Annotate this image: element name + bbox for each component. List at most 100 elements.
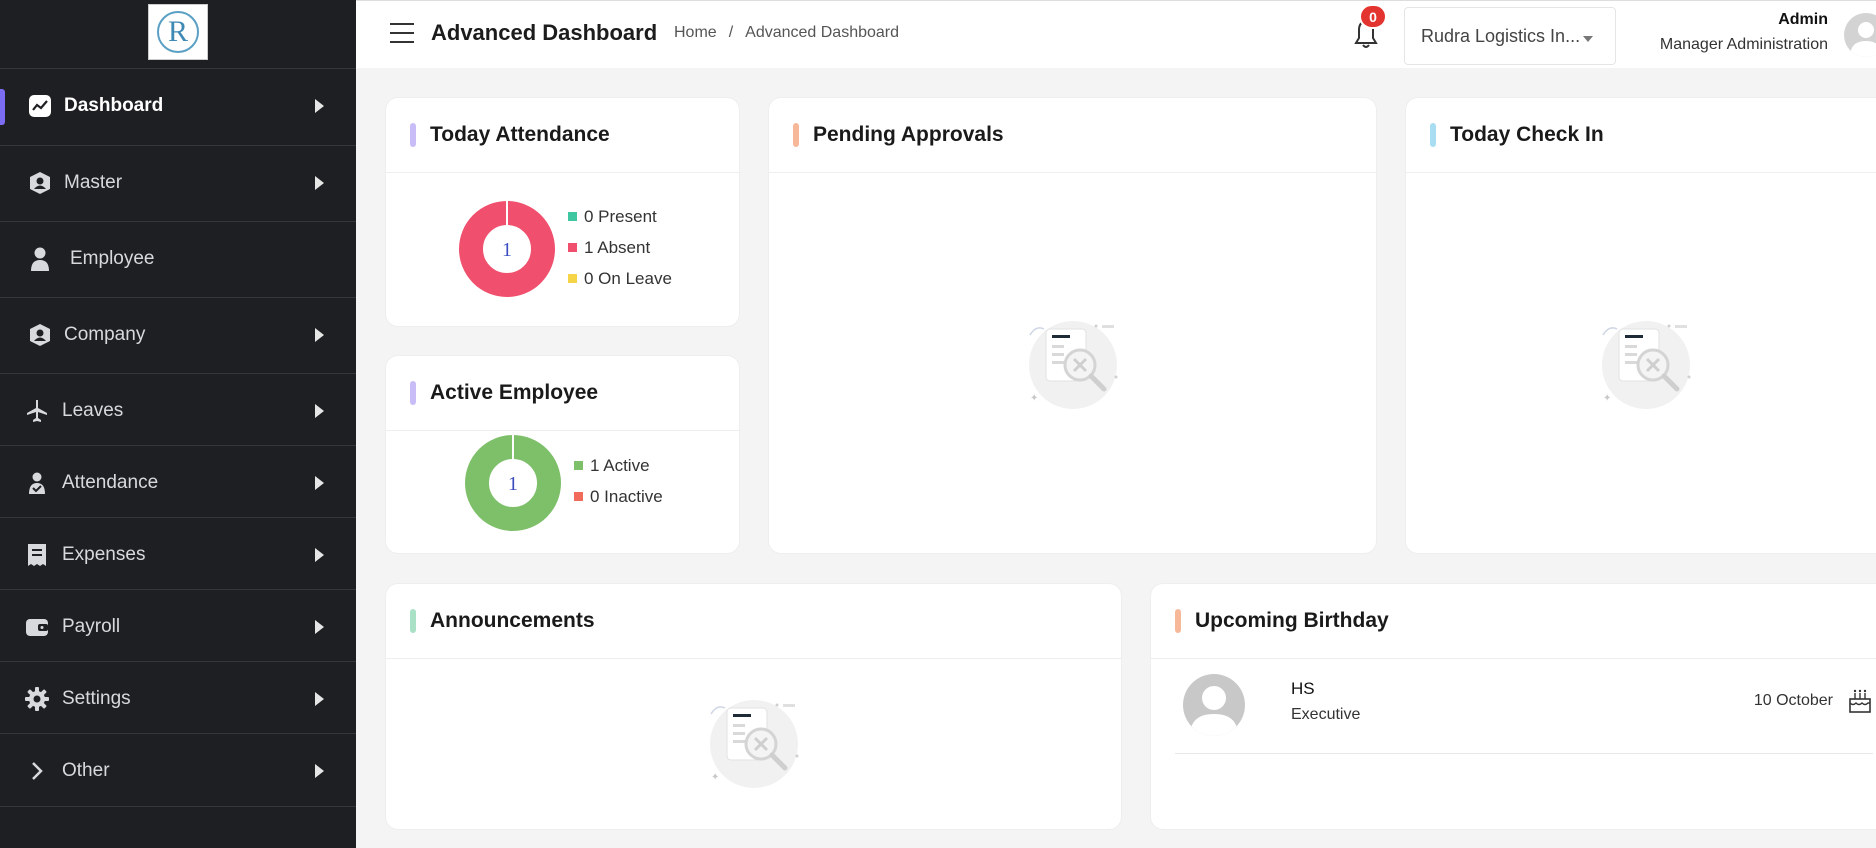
caret-right-icon	[315, 547, 324, 562]
caret-right-icon	[315, 403, 324, 418]
caret-right-icon	[315, 475, 324, 490]
chart-line-icon	[27, 93, 53, 119]
sidebar-item-payroll[interactable]: Payroll	[0, 589, 356, 663]
breadcrumb-separator: /	[728, 24, 734, 41]
employee-donut[interactable]: 1	[463, 433, 563, 533]
top-bar: Advanced Dashboard Home / Advanced Dashb…	[356, 0, 1876, 68]
attendance-donut[interactable]: 1	[457, 199, 557, 299]
sidebar-item-expenses[interactable]: Expenses	[0, 517, 356, 591]
legend-on-leave[interactable]: 0 On Leave	[568, 263, 672, 294]
sidebar-item-label: Leaves	[62, 399, 124, 421]
card-accent	[1430, 123, 1436, 147]
legend-active[interactable]: 1 Active	[574, 450, 663, 481]
card-accent	[410, 609, 416, 633]
sidebar-item-label: Dashboard	[64, 94, 164, 116]
receipt-icon	[24, 542, 50, 568]
card-accent	[793, 123, 799, 147]
card-accent	[410, 123, 416, 147]
sidebar-item-label: Other	[62, 759, 110, 781]
user-shield-icon	[27, 170, 53, 196]
svg-text:R: R	[168, 15, 188, 48]
sidebar-item-leaves[interactable]: Leaves	[0, 373, 356, 447]
card-title: Announcements	[430, 609, 595, 632]
chevron-down-icon	[1583, 36, 1593, 42]
sidebar-item-employee[interactable]: Employee	[0, 221, 356, 295]
plane-icon	[24, 398, 50, 424]
card-accent	[1175, 609, 1181, 633]
today-check-in-card: Today Check In ✦	[1406, 98, 1876, 553]
empty-state-icon: ✦	[697, 692, 811, 797]
birthday-date: 10 October	[1753, 692, 1833, 709]
logo-mark: R	[157, 11, 199, 53]
caret-right-icon	[315, 619, 324, 634]
company-select[interactable]: Rudra Logistics In...	[1404, 7, 1616, 65]
employee-legend: 1 Active 0 Inactive	[574, 450, 663, 512]
card-header: Active Employee	[386, 356, 739, 431]
gear-icon	[24, 686, 50, 712]
page-title: Advanced Dashboard	[431, 20, 658, 45]
donut-center-value: 1	[502, 239, 512, 261]
today-attendance-card: Today Attendance 1 0 Present 1 Absent 0 …	[386, 98, 739, 326]
card-title: Today Check In	[1450, 123, 1604, 146]
card-header: Today Check In	[1406, 98, 1876, 173]
active-employee-card: Active Employee 1 1 Active 0 Inactive	[386, 356, 739, 553]
caret-right-icon	[315, 98, 324, 113]
birthday-role: Executive	[1291, 706, 1361, 723]
empty-state-icon: ✦	[1589, 313, 1703, 418]
legend-inactive[interactable]: 0 Inactive	[574, 481, 663, 512]
notification-badge: 0	[1359, 4, 1387, 29]
attendance-legend: 0 Present 1 Absent 0 On Leave	[568, 201, 672, 294]
sidebar-item-master[interactable]: Master	[0, 145, 356, 219]
announcements-card: Announcements ✦	[386, 584, 1121, 829]
breadcrumb-current: Advanced Dashboard	[745, 24, 900, 41]
user-name[interactable]: Admin	[1778, 11, 1828, 29]
svg-text:✦: ✦	[1030, 393, 1038, 404]
card-header: Upcoming Birthday	[1151, 584, 1876, 659]
card-title: Pending Approvals	[813, 123, 1004, 146]
breadcrumb-home[interactable]: Home	[674, 24, 717, 42]
legend-present[interactable]: 0 Present	[568, 201, 672, 232]
company-select-value: Rudra Logistics In...	[1421, 25, 1581, 46]
list-item[interactable]: HS Executive 10 October	[1175, 674, 1873, 754]
card-accent	[410, 381, 416, 405]
sidebar-item-label: Payroll	[62, 615, 121, 637]
sidebar-item-dashboard[interactable]: Dashboard	[0, 68, 356, 142]
user-avatar[interactable]	[1844, 13, 1876, 57]
caret-right-icon	[315, 763, 324, 778]
sidebar-item-settings[interactable]: Settings	[0, 661, 356, 735]
person-icon	[27, 246, 53, 272]
cake-icon	[1847, 688, 1873, 714]
sidebar-item-label: Company	[64, 323, 146, 345]
user-shield-icon	[27, 322, 53, 348]
upcoming-birthday-card: Upcoming Birthday HS Executive 10 Octobe…	[1151, 584, 1876, 829]
sidebar-item-label: Expenses	[62, 543, 146, 565]
sidebar: R Dashboard Master Employee Company Leav…	[0, 0, 356, 848]
breadcrumb: Home / Advanced Dashboard	[674, 24, 899, 42]
company-logo[interactable]: R	[148, 4, 208, 60]
donut-center-value: 1	[508, 473, 518, 495]
sidebar-item-label: Attendance	[62, 471, 159, 493]
sidebar-item-attendance[interactable]: Attendance	[0, 445, 356, 519]
chevron-right-icon	[24, 758, 50, 784]
sidebar-item-label: Employee	[70, 247, 155, 269]
card-title: Upcoming Birthday	[1195, 609, 1389, 632]
sidebar-item-label: Master	[64, 171, 123, 193]
caret-right-icon	[315, 691, 324, 706]
sidebar-item-company[interactable]: Company	[0, 297, 356, 371]
legend-absent[interactable]: 1 Absent	[568, 232, 672, 263]
sidebar-item-label: Settings	[62, 687, 131, 709]
pending-approvals-card: Pending Approvals ✦	[769, 98, 1376, 553]
sidebar-item-other[interactable]: Other	[0, 733, 356, 807]
svg-text:✦: ✦	[1603, 393, 1611, 404]
card-header: Announcements	[386, 584, 1121, 659]
svg-text:✦: ✦	[711, 772, 719, 783]
menu-toggle-icon[interactable]	[390, 23, 414, 43]
user-check-icon	[24, 470, 50, 496]
caret-right-icon	[315, 175, 324, 190]
avatar	[1183, 674, 1245, 736]
card-header: Today Attendance	[386, 98, 739, 173]
sidebar-divider	[0, 806, 356, 807]
card-title: Active Employee	[430, 381, 599, 404]
empty-state-icon: ✦	[1016, 313, 1130, 418]
birthday-name: HS	[1291, 679, 1315, 698]
